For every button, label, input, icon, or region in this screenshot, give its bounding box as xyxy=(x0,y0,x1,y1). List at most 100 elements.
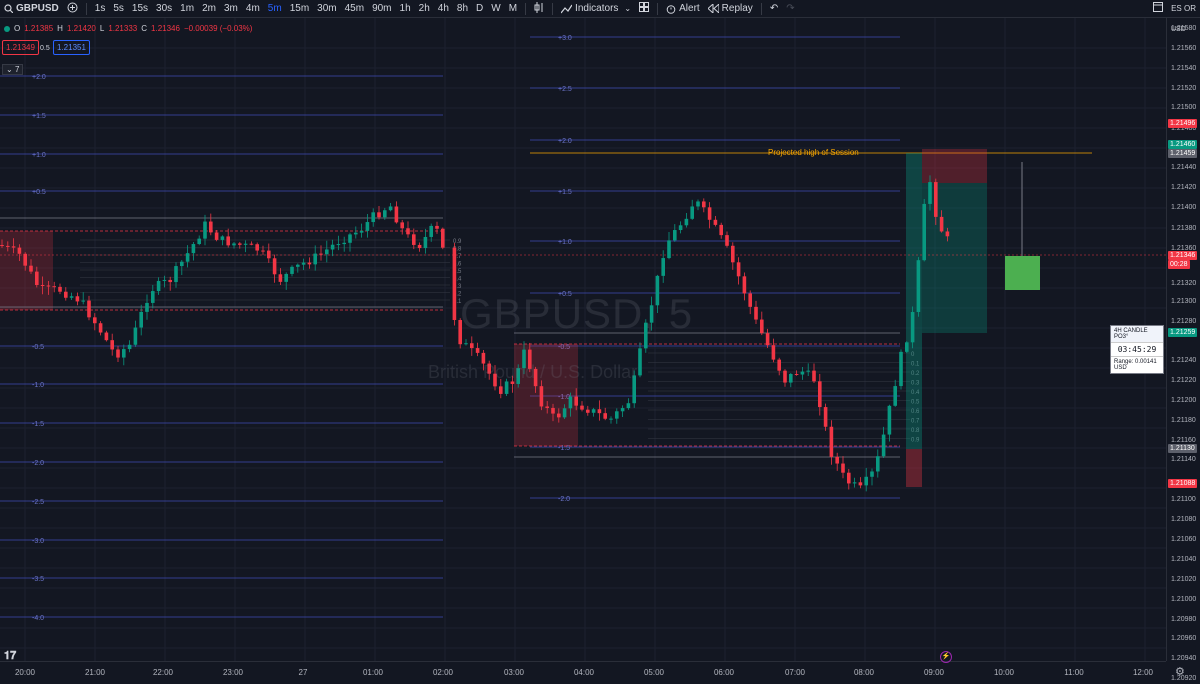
price-chart[interactable]: +2.0 +1.5 +1.0 +0.5 -0.5 -1.0 -1.5 -2.0 -2.5 -3.0… xyxy=(0,18,1166,661)
candle-body xyxy=(40,285,45,287)
templates-button[interactable] xyxy=(635,2,653,15)
interval-8h[interactable]: 8h xyxy=(453,3,472,14)
spread-value: 0.5 xyxy=(40,45,50,52)
candle-body xyxy=(742,276,747,294)
candle-body xyxy=(609,418,613,420)
candle-body xyxy=(638,348,642,376)
candle-body xyxy=(417,244,422,249)
candle-body xyxy=(667,240,671,259)
toolbar-divider xyxy=(85,2,87,15)
indicators-button[interactable]: Indicators ⌄ xyxy=(557,3,635,14)
interval-3m[interactable]: 3m xyxy=(220,3,242,14)
interval-15s[interactable]: 15s xyxy=(128,3,152,14)
candle-body xyxy=(545,406,549,408)
deviation-label: -1.5 xyxy=(32,421,44,428)
candle-body xyxy=(719,224,723,236)
replay-button[interactable]: Replay xyxy=(704,3,757,14)
interval-4m[interactable]: 4m xyxy=(242,3,264,14)
candle-body xyxy=(301,262,306,265)
rewind-icon xyxy=(707,4,719,13)
candle-body xyxy=(557,413,561,418)
alert-button[interactable]: Alert xyxy=(662,3,704,14)
low-label: L xyxy=(99,24,105,33)
candle-body xyxy=(139,311,143,328)
interval-2h[interactable]: 2h xyxy=(415,3,434,14)
sell-price-button[interactable]: 1.21349 xyxy=(2,40,39,55)
interval-5m[interactable]: 5m xyxy=(264,3,286,14)
deviation-label: +1.0 xyxy=(32,152,46,159)
time-axis[interactable]: 𝟏𝟕 20:00 21:00 22:00 23:00 27 01:00 02:00 03:00… xyxy=(0,650,1166,684)
time-axis-label: 23:00 xyxy=(222,668,244,677)
interval-2m[interactable]: 2m xyxy=(198,3,220,14)
interval-15m[interactable]: 15m xyxy=(286,3,313,14)
redo-button[interactable]: ↷ xyxy=(782,3,798,14)
candle-body xyxy=(852,482,857,484)
toolbar-divider xyxy=(552,2,554,15)
interval-D[interactable]: D xyxy=(472,3,487,14)
candle-body xyxy=(145,302,149,312)
deviation-label: +2.0 xyxy=(32,74,46,81)
buy-price-button[interactable]: 1.21351 xyxy=(53,40,90,55)
price-axis[interactable]: USD 1.21580 1.21560 1.21540 1.21520 1.21500 1… xyxy=(1166,18,1200,682)
interval-1m[interactable]: 1m xyxy=(176,3,198,14)
interval-45m[interactable]: 45m xyxy=(341,3,368,14)
indicator-toggle-button[interactable]: ⌄ 7 xyxy=(2,64,24,75)
interval-4h[interactable]: 4h xyxy=(434,3,453,14)
time-axis-label: 01:00 xyxy=(362,668,384,677)
candle-body xyxy=(255,244,259,251)
undo-button[interactable]: ↶ xyxy=(766,3,782,14)
deviation-label: -2.5 xyxy=(32,499,44,506)
interval-W[interactable]: W xyxy=(487,3,504,14)
candle-body xyxy=(794,373,799,375)
candle-body xyxy=(806,370,810,372)
candle-body xyxy=(562,408,567,418)
candle-body xyxy=(881,434,886,457)
interval-1h[interactable]: 1h xyxy=(396,3,415,14)
candle-body xyxy=(104,332,109,341)
candle-body xyxy=(464,343,468,345)
interval-30s[interactable]: 30s xyxy=(152,3,176,14)
compare-symbol-button[interactable] xyxy=(63,2,82,16)
layout-button[interactable] xyxy=(1149,2,1167,15)
axis-settings-button[interactable]: ⚙ xyxy=(1175,665,1185,678)
candle-body xyxy=(342,242,346,245)
candle-body xyxy=(893,386,897,406)
deviation-label: -2.0 xyxy=(32,460,44,467)
candle-body xyxy=(847,472,851,484)
candle-body xyxy=(754,306,758,320)
candle-timer: 03:45:29 xyxy=(1111,342,1163,357)
time-axis-label: 12:00 xyxy=(1132,668,1154,677)
interval-M[interactable]: M xyxy=(505,3,521,14)
candle-body xyxy=(122,349,126,358)
price-axis-label: 1.21040 xyxy=(1171,556,1197,563)
candle-body xyxy=(69,296,74,298)
candle-body xyxy=(81,300,85,302)
interval-90m[interactable]: 90m xyxy=(368,3,395,14)
symbol-search-button[interactable]: GBPUSD xyxy=(0,3,63,14)
candle-body xyxy=(435,225,439,229)
price-axis-label: 1.21300 xyxy=(1171,298,1197,305)
price-axis-label: 1.21560 xyxy=(1171,45,1197,52)
price-axis-label: 1.21220 xyxy=(1171,377,1197,384)
chart-type-button[interactable] xyxy=(530,1,548,16)
stop-zone xyxy=(922,149,987,183)
price-axis-label: 1.21160 xyxy=(1171,437,1196,444)
deviation-label: -0.5 xyxy=(32,344,44,351)
right-panel-label[interactable]: ES OR xyxy=(1167,4,1200,13)
toolbar-divider xyxy=(760,2,762,15)
candle-body xyxy=(707,207,712,220)
alert-label: Alert xyxy=(679,3,700,14)
open-value: 1.21385 xyxy=(24,24,54,33)
interval-1s[interactable]: 1s xyxy=(91,3,110,14)
candle-body xyxy=(0,245,4,246)
candle-body xyxy=(162,279,167,281)
price-axis-label: 1.20960 xyxy=(1171,635,1197,642)
interval-30m[interactable]: 30m xyxy=(313,3,340,14)
interval-5s[interactable]: 5s xyxy=(109,3,128,14)
candle-body xyxy=(690,206,694,219)
gear-icon: ⚙ xyxy=(1175,666,1185,678)
candle-body xyxy=(110,340,114,350)
indicator-count: 7 xyxy=(14,65,20,74)
candle-body xyxy=(249,243,254,245)
lightning-icon[interactable]: ⚡ xyxy=(940,651,952,663)
